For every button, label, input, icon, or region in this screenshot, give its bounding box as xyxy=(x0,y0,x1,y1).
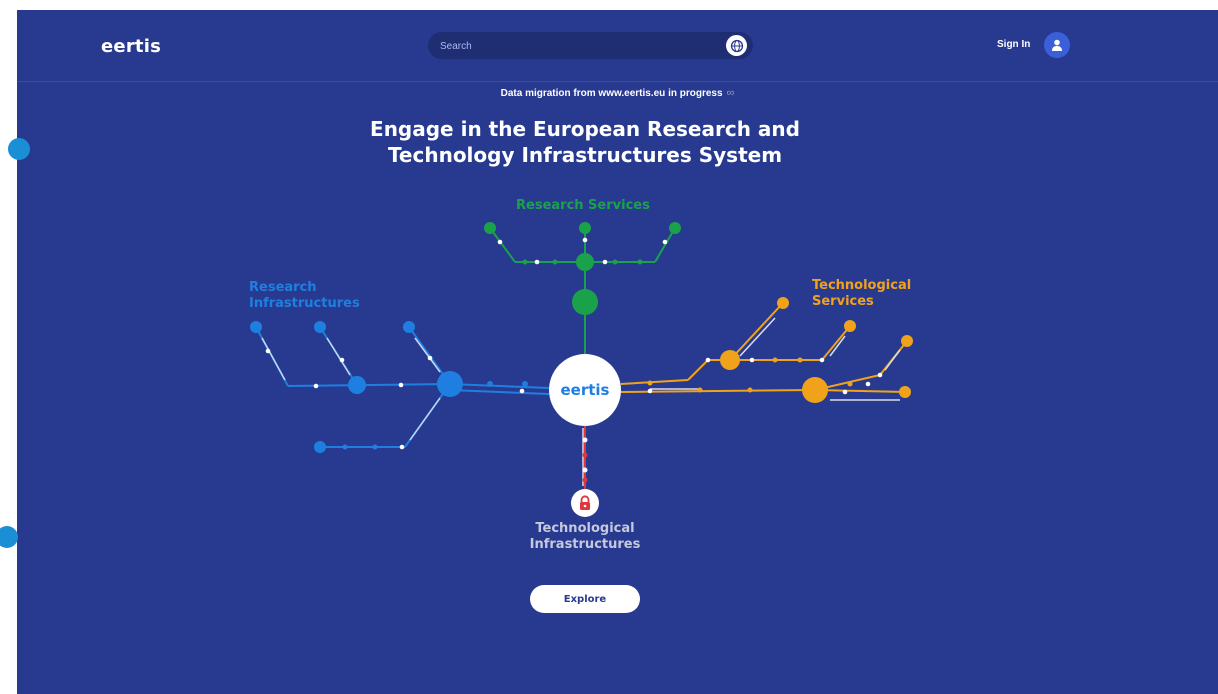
label-technological-infrastructures-line-2: Infrastructures xyxy=(529,537,641,552)
research-infrastructures-junctions xyxy=(265,348,525,450)
center-node-eertis[interactable]: eertis xyxy=(549,354,621,426)
label-research-infrastructures-line-1: Research xyxy=(249,280,317,295)
lock-node[interactable] xyxy=(571,489,599,517)
label-research-infrastructures: Research Infrastructures xyxy=(249,280,360,312)
label-research-services: Research Services xyxy=(516,198,650,213)
label-technological-services-line-1: Technological xyxy=(812,278,912,293)
research-services-nodes xyxy=(484,222,681,315)
label-research-infrastructures-line-2: Infrastructures xyxy=(249,296,360,311)
label-technological-services: Technological Services xyxy=(812,278,911,310)
label-technological-infrastructures-line-1: Technological xyxy=(535,521,635,536)
technological-services-nodes xyxy=(647,297,913,403)
explore-button[interactable]: Explore xyxy=(530,585,640,613)
research-infrastructures-branch xyxy=(255,326,550,448)
label-technological-infrastructures: Technological Infrastructures xyxy=(515,521,655,553)
label-technological-services-line-2: Services xyxy=(812,294,874,309)
lock-icon xyxy=(580,495,590,510)
research-infrastructures-nodes xyxy=(250,321,528,453)
technological-services-branch xyxy=(620,302,908,393)
